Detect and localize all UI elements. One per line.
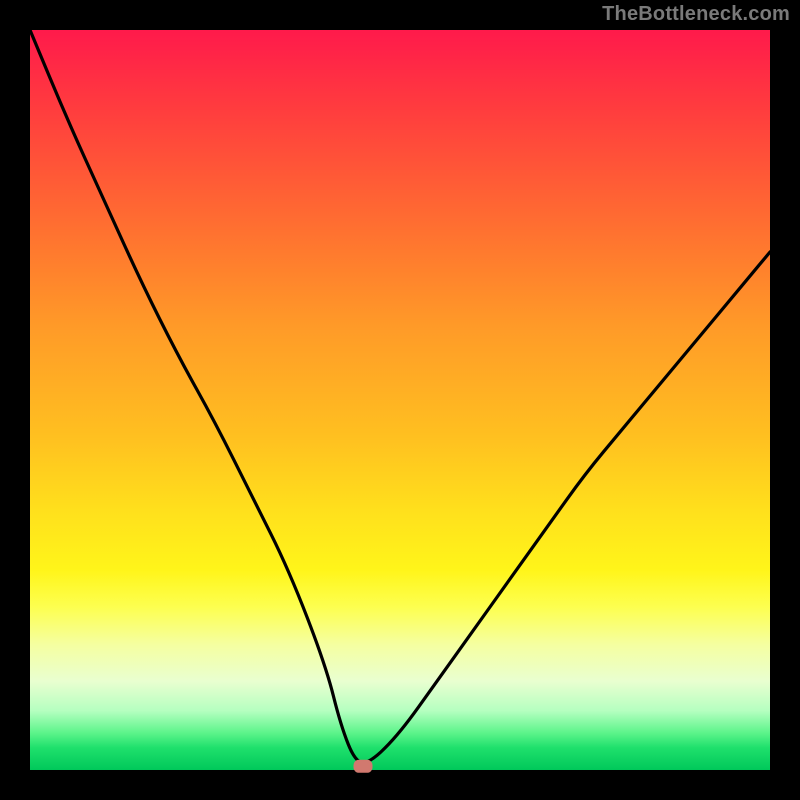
chart-frame: TheBottleneck.com xyxy=(0,0,800,800)
curve-svg xyxy=(30,30,770,770)
min-marker xyxy=(354,760,372,772)
plot-area xyxy=(30,30,770,770)
bottleneck-curve xyxy=(30,30,770,763)
attribution-text: TheBottleneck.com xyxy=(602,3,790,26)
